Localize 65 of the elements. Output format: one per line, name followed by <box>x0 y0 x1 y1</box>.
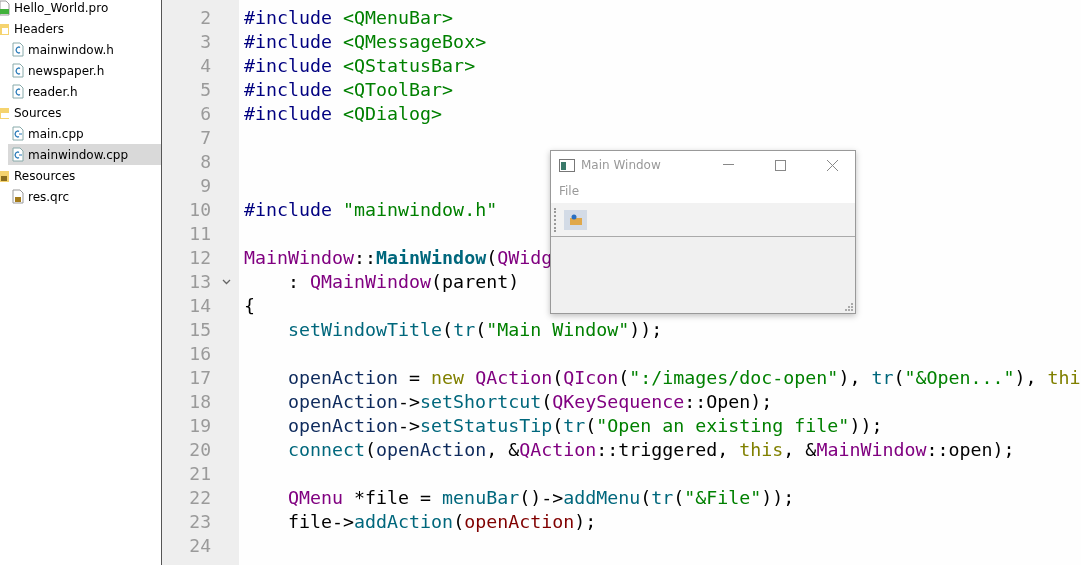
cpp-file-icon <box>12 126 24 141</box>
line-number: 8 <box>200 150 211 174</box>
code-line: QMenu *file = menuBar()->addMenu(tr("&File")); <box>288 486 795 510</box>
tree-item[interactable]: mainwindow.cpp <box>8 144 161 165</box>
c-file-icon <box>12 84 24 99</box>
tree-item[interactable]: Hello_World.pro <box>0 0 161 18</box>
line-number: 6 <box>200 102 211 126</box>
line-number: 15 <box>189 318 211 342</box>
code-line: #include <QMessageBox> <box>244 30 487 54</box>
code-line: { <box>244 294 255 318</box>
maximize-icon <box>774 159 786 171</box>
window-icon <box>559 158 575 172</box>
code-line: #include <QStatusBar> <box>244 54 476 78</box>
line-number: 10 <box>189 198 211 222</box>
line-number: 17 <box>189 366 211 390</box>
tree-item[interactable]: Resources <box>0 165 161 186</box>
line-number: 2 <box>200 6 211 30</box>
line-number: 23 <box>189 510 211 534</box>
tree-item[interactable]: Headers <box>0 18 161 39</box>
line-number: 7 <box>200 126 211 150</box>
tree-item[interactable]: reader.h <box>8 81 161 102</box>
code-line: openAction->setStatusTip(tr("Open an existing file")); <box>288 414 883 438</box>
line-number: 21 <box>189 462 211 486</box>
line-number: 3 <box>200 30 211 54</box>
code-line: file->addAction(openAction); <box>288 510 597 534</box>
line-number: 20 <box>189 438 211 462</box>
toolbar-handle[interactable] <box>554 207 558 232</box>
line-number: 12 <box>189 246 211 270</box>
line-number: 16 <box>189 342 211 366</box>
code-line: openAction->setShortcut(QKeySequence::Open); <box>288 390 773 414</box>
line-number: 18 <box>189 390 211 414</box>
window-title: Main Window <box>581 158 662 172</box>
c-file-icon <box>12 63 24 78</box>
open-button[interactable] <box>564 209 587 230</box>
line-number: 22 <box>189 486 211 510</box>
folder-icon <box>568 213 583 226</box>
tree-item[interactable]: Sources <box>0 102 161 123</box>
line-number: 14 <box>189 294 211 318</box>
code-line: #include <QMenuBar> <box>244 6 454 30</box>
line-number: 4 <box>200 54 211 78</box>
line-number: 24 <box>189 534 211 558</box>
code-line: setWindowTitle(tr("Main Window")); <box>288 318 663 342</box>
code-line: openAction = new QAction(QIcon(":/images/doc-open"), tr("&Open..."), thi <box>288 366 1081 390</box>
line-number: 19 <box>189 414 211 438</box>
code-line: : QMainWindow(parent) <box>288 270 520 294</box>
minimize-icon <box>722 164 734 166</box>
tree-item[interactable]: res.qrc <box>8 186 161 207</box>
tree-item[interactable]: newspaper.h <box>8 60 161 81</box>
close-icon <box>826 159 838 171</box>
line-number: 13 <box>189 270 211 294</box>
code-line: #include <QDialog> <box>244 102 443 126</box>
code-line: #include <QToolBar> <box>244 78 454 102</box>
tree-item[interactable]: mainwindow.h <box>8 39 161 60</box>
resize-grip-icon[interactable] <box>845 303 853 311</box>
cpp-file-icon <box>12 147 24 162</box>
c-file-icon <box>12 42 24 57</box>
code-line: MainWindow::MainWindow(QWidg <box>244 246 553 270</box>
tree-item[interactable]: main.cpp <box>8 123 161 144</box>
code-line: connect(openAction, &QAction::triggered, this, &MainWindow::open); <box>288 438 1015 462</box>
line-number: 11 <box>189 222 211 246</box>
lock-file-icon <box>12 189 24 204</box>
code-line: #include "mainwindow.h" <box>244 198 498 222</box>
line-number: 5 <box>200 78 211 102</box>
line-number: 9 <box>200 174 211 198</box>
fold-chevron-icon[interactable] <box>222 279 231 285</box>
